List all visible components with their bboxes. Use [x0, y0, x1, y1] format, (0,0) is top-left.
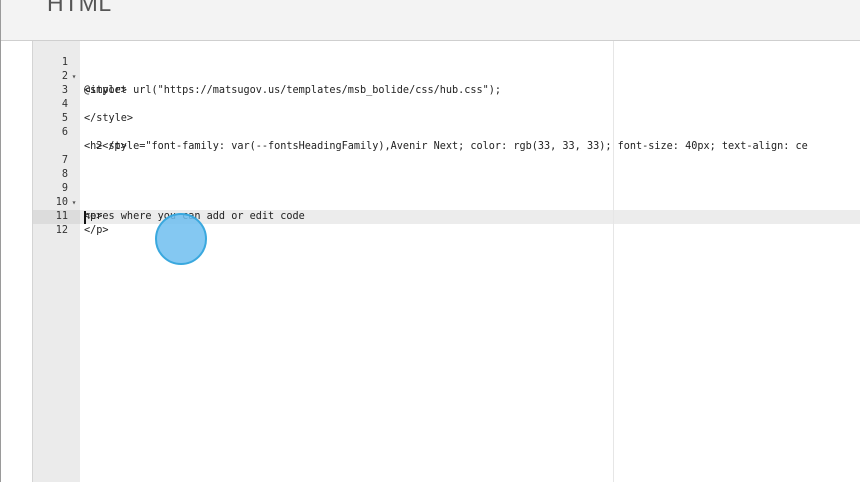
panel-title: HTML	[47, 0, 112, 16]
panel-left-border	[0, 0, 1, 482]
code-line[interactable]: 11 </p>	[33, 196, 860, 236]
panel-header: HTML	[1, 0, 860, 41]
code-line[interactable]: 10 heres where you can add or edit code	[33, 182, 860, 222]
code-editor[interactable]: 1 ▾ <style> 2 @import url("https://matsu…	[32, 41, 860, 482]
code-line-wrap-continuation[interactable]: ></p>	[33, 126, 860, 152]
code-line-active[interactable]: 12	[33, 210, 860, 236]
code-line[interactable]: 8	[33, 154, 860, 180]
code-line[interactable]: 6 <h2 style="font-family: var(--fontsHea…	[33, 112, 860, 152]
code-line[interactable]: 5	[33, 98, 860, 124]
click-indicator	[155, 213, 207, 265]
code-line[interactable]: 2 @import url("https://matsugov.us/templ…	[33, 56, 860, 96]
code-text[interactable]: </p>	[84, 224, 109, 238]
text-cursor	[84, 211, 86, 224]
code-line[interactable]: 4 </style>	[33, 84, 860, 124]
code-line[interactable]: 9 ▾ <p>	[33, 168, 860, 222]
html-editor-panel: HTML 1 ▾ <style> 2 @import url("https://…	[0, 0, 860, 482]
code-line[interactable]: 3	[33, 70, 860, 96]
code-line[interactable]: 7	[33, 140, 860, 166]
code-lines[interactable]: 1 ▾ <style> 2 @import url("https://matsu…	[33, 42, 860, 236]
code-line[interactable]: 1 ▾ <style>	[33, 42, 860, 96]
line-number: 12	[55, 225, 68, 236]
